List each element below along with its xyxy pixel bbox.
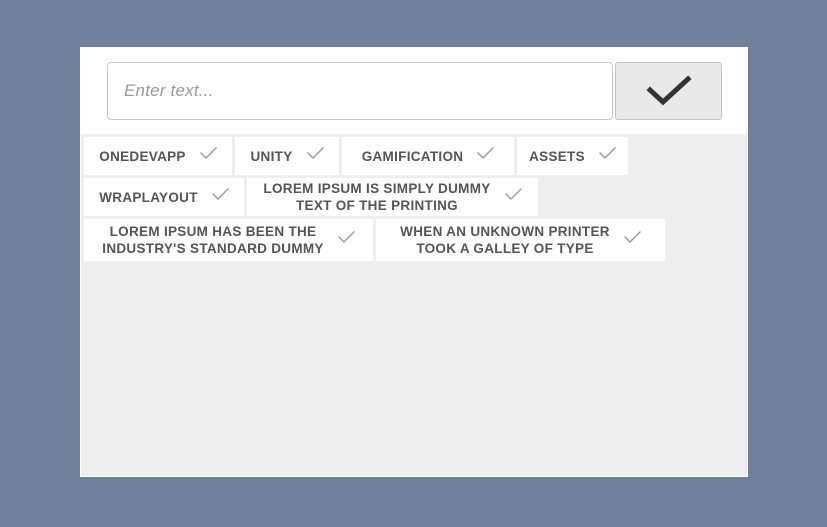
tag-text-input[interactable] [107,62,613,120]
tag-chip-unity[interactable]: UNITY [235,137,339,175]
tag-chip-wraplayout[interactable]: WRAPLAYOUT [84,178,244,216]
tag-chip-assets[interactable]: ASSETS [517,137,628,175]
check-icon[interactable] [306,147,324,165]
tag-row: ONEDEVAPP UNITY GAMIFICATION ASSETS [84,137,747,175]
check-icon[interactable] [199,147,217,165]
main-card: ONEDEVAPP UNITY GAMIFICATION [80,47,748,477]
tag-chip-lorem-ipsum-is-simply-dummy[interactable]: LOREM IPSUM IS SIMPLY DUMMY TEXT OF THE … [247,178,538,216]
tag-list-panel: ONEDEVAPP UNITY GAMIFICATION ASSETS WRAP… [81,134,747,476]
tag-chip-label: LOREM IPSUM HAS BEEN THE INDUSTRY'S STAN… [102,224,324,256]
check-icon[interactable] [337,231,355,249]
tag-row: WRAPLAYOUT LOREM IPSUM IS SIMPLY DUMMY T… [84,178,747,216]
tag-chip-label: GAMIFICATION [361,148,464,164]
tag-chip-when-an-unknown-printer[interactable]: WHEN AN UNKNOWN PRINTER TOOK A GALLEY OF… [376,219,665,261]
tag-chip-label: WHEN AN UNKNOWN PRINTER TOOK A GALLEY OF… [400,224,610,256]
tag-row: LOREM IPSUM HAS BEEN THE INDUSTRY'S STAN… [84,219,747,261]
check-icon[interactable] [598,147,616,165]
tag-chip-onedevapp[interactable]: ONEDEVAPP [84,137,232,175]
submit-tag-button[interactable] [615,62,722,120]
check-icon [642,73,696,109]
check-icon[interactable] [477,147,495,165]
check-icon[interactable] [211,188,229,206]
tag-chip-label: LOREM IPSUM IS SIMPLY DUMMY TEXT OF THE … [263,181,491,213]
tag-chip-label: UNITY [250,148,293,164]
tag-chip-lorem-ipsum-has-been-the[interactable]: LOREM IPSUM HAS BEEN THE INDUSTRY'S STAN… [84,219,373,261]
tag-chip-label: ASSETS [529,148,585,164]
tag-chip-gamification[interactable]: GAMIFICATION [342,137,514,175]
tag-entry-row [107,62,722,120]
check-icon[interactable] [623,231,641,249]
tag-chip-label: ONEDEVAPP [99,148,186,164]
check-icon[interactable] [504,188,522,206]
tag-chip-label: WRAPLAYOUT [99,189,198,205]
